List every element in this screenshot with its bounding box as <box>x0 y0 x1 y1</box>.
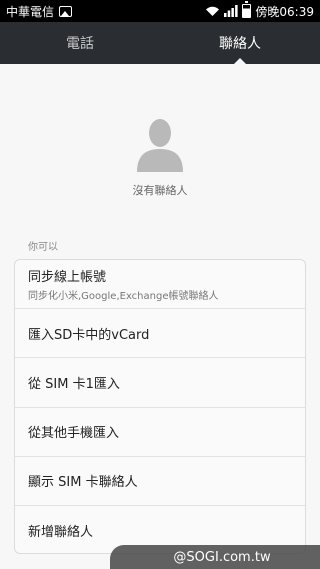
carrier-name: 中華電信 <box>6 4 55 19</box>
tab-contacts[interactable]: 聯絡人 <box>160 22 320 64</box>
image-icon <box>59 5 73 17</box>
tab-phone[interactable]: 電話 <box>0 22 160 64</box>
option-sync-online-accounts[interactable]: 同步線上帳號 同步化小米,Google,Exchange帳號聯絡人 <box>15 260 305 310</box>
option-title: 從其他手機匯入 <box>28 426 120 442</box>
status-left: 中華電信 <box>6 3 73 20</box>
signal-icon <box>224 5 239 17</box>
clock: 傍晚06:39 <box>255 4 314 19</box>
option-import-other-phone[interactable]: 從其他手機匯入 <box>15 408 305 457</box>
tab-selected-indicator <box>234 58 246 64</box>
option-subtitle: 同步化小米,Google,Exchange帳號聯絡人 <box>28 291 219 303</box>
tab-bar: 電話 聯絡人 <box>0 22 320 64</box>
wifi-icon <box>206 6 220 16</box>
status-bar: 中華電信 傍晚06:39 <box>0 0 320 22</box>
empty-state-text: 沒有聯絡人 <box>132 184 188 197</box>
option-show-sim-contacts[interactable]: 顯示 SIM 卡聯絡人 <box>15 457 305 506</box>
option-import-sim1[interactable]: 從 SIM 卡1匯入 <box>15 358 305 408</box>
tab-phone-label: 電話 <box>66 36 94 52</box>
section-label: 你可以 <box>28 242 58 253</box>
empty-state: 沒有聯絡人 <box>0 116 320 198</box>
option-title: 從 SIM 卡1匯入 <box>28 376 120 392</box>
battery-icon <box>242 1 252 18</box>
option-title: 匯入SD卡中的vCard <box>28 327 150 343</box>
option-title: 顯示 SIM 卡聯絡人 <box>28 475 138 491</box>
option-title: 同步線上帳號 <box>28 270 107 286</box>
option-import-sd-vcard[interactable]: 匯入SD卡中的vCard <box>15 309 305 359</box>
person-avatar-icon <box>137 119 183 172</box>
status-right: 傍晚06:39 <box>205 1 314 20</box>
watermark: @SOGI.com.tw <box>110 545 320 569</box>
options-list: 同步線上帳號 同步化小米,Google,Exchange帳號聯絡人 匯入SD卡中… <box>14 259 306 554</box>
option-title: 新增聯絡人 <box>28 525 94 541</box>
tab-contacts-label: 聯絡人 <box>219 36 261 52</box>
